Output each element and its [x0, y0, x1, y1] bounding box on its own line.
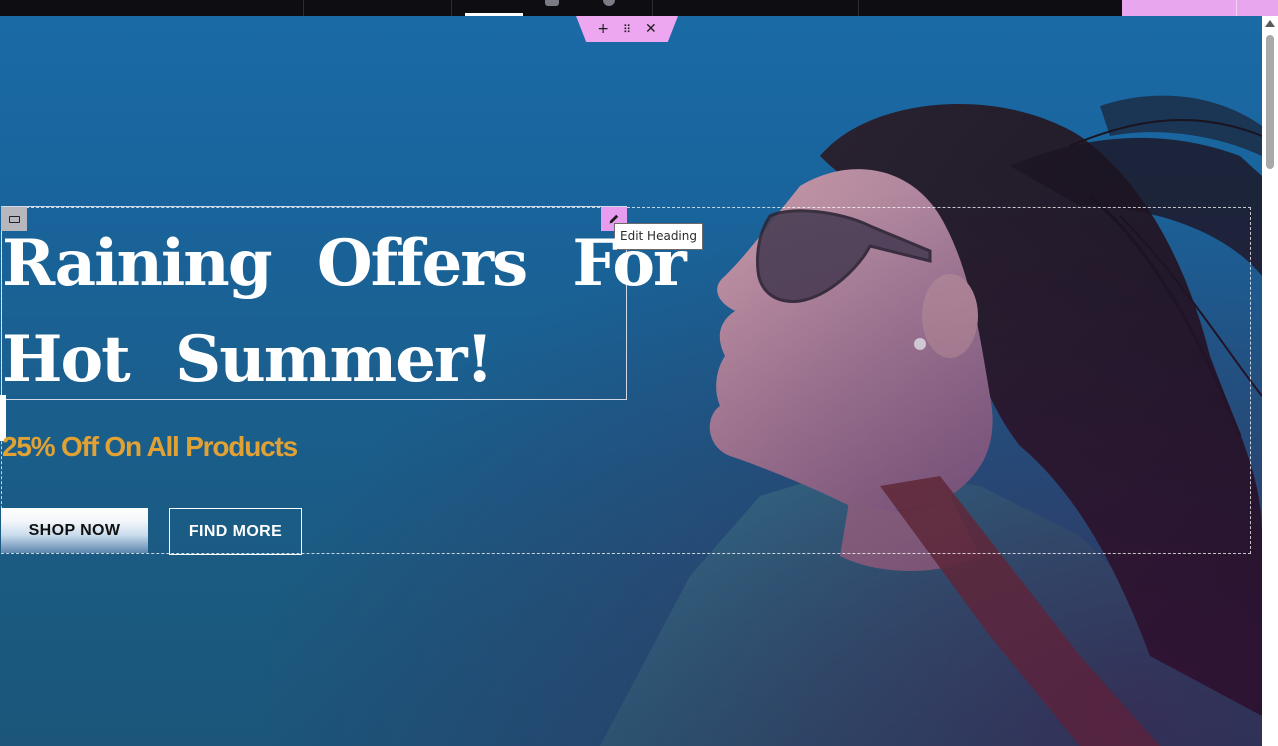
hero-subheading[interactable]: 25% Off On All Products [2, 430, 298, 464]
publish-area[interactable] [1122, 0, 1278, 16]
scroll-up-arrow-icon[interactable] [1265, 20, 1275, 27]
scroll-thumb[interactable] [1266, 35, 1274, 169]
editor-canvas: + ⠿ ✕ Edit Heading Raining Offers For Ho… [0, 0, 1278, 746]
top-bar-divider [858, 0, 859, 16]
hero-heading-line-2: Hot Summer! [2, 322, 494, 397]
plus-icon[interactable]: + [597, 22, 609, 36]
find-more-button[interactable]: FIND MORE [169, 508, 302, 555]
drag-grid-icon[interactable]: ⠿ [623, 24, 631, 35]
hero-heading-line-1: Raining Offers For [2, 226, 687, 301]
section-handle[interactable]: + ⠿ ✕ [576, 16, 678, 42]
hero-heading[interactable]: Raining Offers For Hot Summer! [2, 216, 687, 408]
device-icon[interactable] [545, 0, 559, 6]
close-icon[interactable]: ✕ [645, 22, 657, 36]
shop-now-button[interactable]: SHOP NOW [1, 508, 148, 553]
publish-divider [1236, 0, 1237, 16]
editor-top-bar [0, 0, 1122, 16]
top-bar-divider [652, 0, 653, 16]
top-bar-divider [451, 0, 452, 16]
history-icon[interactable] [603, 0, 615, 6]
top-bar-divider [303, 0, 304, 16]
vertical-scrollbar[interactable] [1262, 16, 1278, 746]
